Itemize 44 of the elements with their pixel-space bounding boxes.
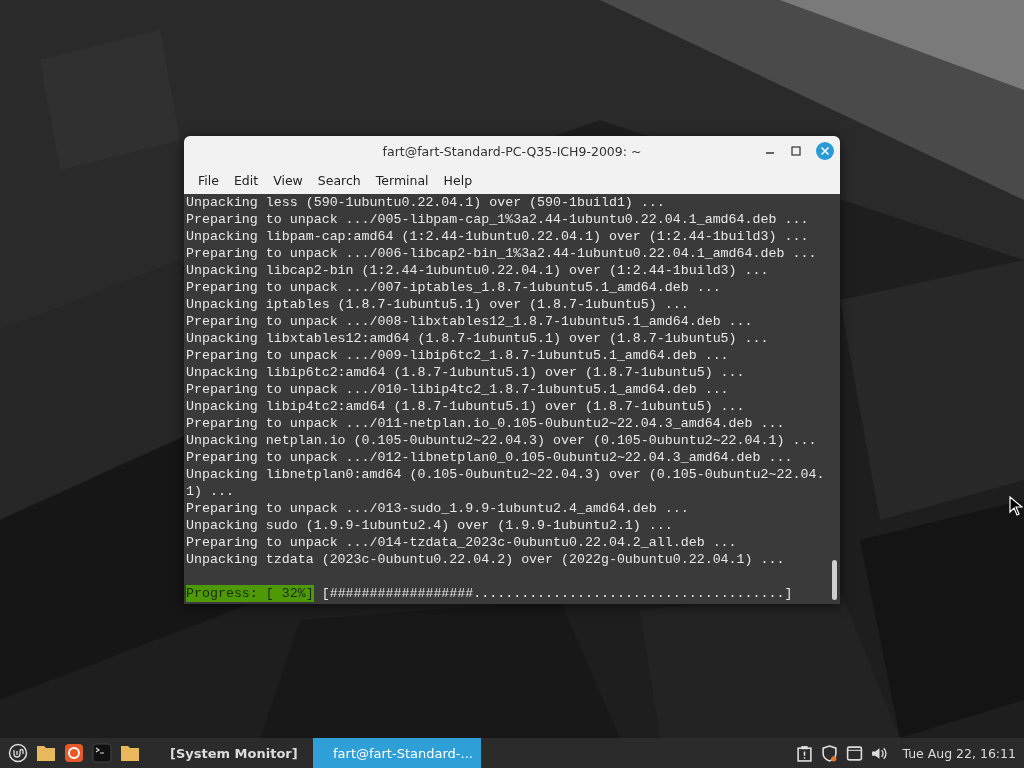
output-line: Preparing to unpack .../010-libip4tc2_1.8.7-1ubuntu5.1_amd64.deb ... — [186, 381, 730, 398]
menu-item[interactable]: Search — [311, 172, 367, 188]
output-line: Preparing to unpack .../014-tzdata_2023c-0ubuntu0.22.04.2_all.deb ... — [186, 534, 738, 551]
shield-icon[interactable] — [821, 744, 839, 762]
menu-icon[interactable] — [8, 743, 28, 763]
terminal-icon[interactable] — [92, 743, 112, 763]
output-line: Preparing to unpack .../009-libip6tc2_1.8.7-1ubuntu5.1_amd64.deb ... — [186, 347, 730, 364]
output-line: Unpacking sudo (1.9.9-1ubuntu2.4) over (1.9.9-1ubuntu2.1) ... — [186, 517, 674, 534]
output-line: Unpacking libip6tc2:amd64 (1.8.7-1ubuntu5.1) over (1.8.7-1ubuntu5) ... — [186, 364, 746, 381]
output-line: Preparing to unpack .../013-sudo_1.9.9-1ubuntu2.4_amd64.deb ... — [186, 500, 690, 517]
output-line: Preparing to unpack .../007-iptables_1.8.7-1ubuntu5.1_amd64.deb ... — [186, 279, 722, 296]
output-line: 1) ... — [186, 483, 235, 500]
output-line: Preparing to unpack .../008-libxtables12_1.8.7-1ubuntu5.1_amd64.deb ... — [186, 313, 754, 330]
output-line: Preparing to unpack .../005-libpam-cap_1%3a2.44-1ubuntu0.22.04.1_amd64.deb ... — [186, 211, 810, 228]
output-line: Preparing to unpack .../011-netplan.io_0.105-0ubuntu2~22.04.3_amd64.deb ... — [186, 415, 786, 432]
progress-label: Progress: [ 32%] — [186, 585, 314, 602]
window-icon[interactable] — [846, 744, 864, 762]
output-line: Preparing to unpack .../012-libnetplan0_0.105-0ubuntu2~22.04.3_amd64.deb ... — [186, 449, 794, 466]
menu-item[interactable]: Edit — [227, 172, 265, 188]
output-line: Unpacking libxtables12:amd64 (1.8.7-1ubuntu5.1) over (1.8.7-1ubuntu5) ... — [186, 330, 770, 347]
menu-item[interactable]: View — [267, 172, 309, 188]
output-line: Preparing to unpack .../006-libcap2-bin_1%3a2.44-1ubuntu0.22.04.1_amd64.deb ... — [186, 245, 818, 262]
scrollbar-thumb[interactable] — [832, 560, 837, 600]
menu-item[interactable]: Terminal — [369, 172, 435, 188]
maximize-icon[interactable] — [790, 145, 802, 157]
output-line: Unpacking less (590-1ubuntu0.22.04.1) over (590-1build1) ... — [186, 194, 666, 211]
progress-bar-text: [##################.......................................] — [321, 585, 793, 602]
output-line: Unpacking netplan.io (0.105-0ubuntu2~22.04.3) over (0.105-0ubuntu2~22.04.1) ... — [186, 432, 818, 449]
clipboard-icon[interactable] — [796, 744, 814, 762]
menu-item[interactable]: Help — [437, 172, 479, 188]
folder-icon[interactable] — [120, 743, 140, 763]
output-line: Unpacking libnetplan0:amd64 (0.105-0ubuntu2~22.04.3) over (0.105-0ubuntu2~22.04. — [186, 466, 826, 483]
cursor-icon — [1009, 496, 1023, 516]
output-line: Unpacking libip4tc2:amd64 (1.8.7-1ubuntu5.1) over (1.8.7-1ubuntu5) ... — [186, 398, 746, 415]
close-icon[interactable] — [816, 142, 834, 160]
output-line: Unpacking libpam-cap:amd64 (1:2.44-1ubuntu0.22.04.1) over (1:2.44-1build3) ... — [186, 228, 810, 245]
folder-icon[interactable] — [36, 743, 56, 763]
window-title: fart@fart-Standard-PC-Q35-ICH9-2009: ~ — [382, 143, 642, 159]
output-line: Unpacking tzdata (2023c-0ubuntu0.22.04.2) over (2022g-0ubuntu0.22.04.1) ... — [186, 551, 786, 568]
clock[interactable]: Tue Aug 22, 16:11 — [902, 745, 1016, 761]
output-line: Unpacking iptables (1.8.7-1ubuntu5.1) over (1.8.7-1ubuntu5) ... — [186, 296, 690, 313]
browser-icon[interactable] — [64, 743, 84, 763]
menu-item[interactable]: File — [192, 172, 225, 188]
output-line: Unpacking libcap2-bin (1:2.44-1ubuntu0.22.04.1) over (1:2.44-1build3) ... — [186, 262, 770, 279]
